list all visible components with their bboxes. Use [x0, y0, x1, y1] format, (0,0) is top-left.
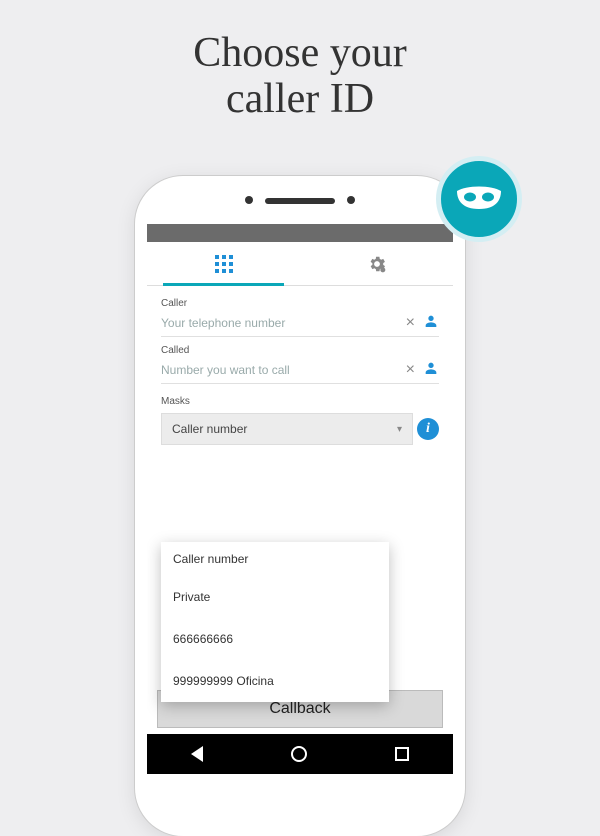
caller-input[interactable] — [161, 316, 398, 330]
masks-info-icon[interactable]: i — [417, 418, 439, 440]
form-area: Caller × Called × Masks Caller number — [147, 286, 453, 445]
status-bar — [147, 224, 453, 242]
phone-sensor-dot — [245, 196, 253, 204]
hero-title: Choose your caller ID — [0, 0, 600, 122]
chevron-down-icon: ▾ — [397, 424, 402, 435]
masks-select-value: Caller number — [172, 422, 247, 436]
masks-select-row: Caller number ▾ i — [161, 413, 439, 445]
masks-label: Masks — [161, 396, 439, 407]
nav-recent-button[interactable] — [395, 747, 409, 761]
tab-bar — [147, 242, 453, 286]
mask-option[interactable]: 666666666 — [161, 618, 389, 660]
hero-title-line-1: Choose your — [0, 30, 600, 76]
masks-select[interactable]: Caller number ▾ — [161, 413, 413, 445]
masks-dropdown: Caller number Private 666666666 99999999… — [161, 542, 389, 702]
callback-button-label: Callback — [269, 700, 330, 718]
mask-option[interactable]: Private — [161, 576, 389, 618]
mask-option[interactable]: 999999999 Oficina — [161, 660, 389, 702]
clear-caller-icon[interactable]: × — [406, 314, 415, 332]
gear-icon — [367, 254, 387, 274]
hero-title-line-2: caller ID — [0, 76, 600, 122]
back-icon — [191, 746, 203, 762]
caller-contact-icon[interactable] — [423, 313, 439, 332]
tab-settings[interactable] — [300, 242, 453, 285]
called-input-row: × — [161, 358, 439, 384]
called-contact-icon[interactable] — [423, 360, 439, 379]
mask-badge-icon — [436, 156, 522, 242]
phone-frame: Caller × Called × Masks Caller number — [135, 176, 465, 836]
screen: Caller × Called × Masks Caller number — [147, 224, 453, 774]
called-label: Called — [161, 345, 439, 356]
phone-sensor-dot — [347, 196, 355, 204]
tab-dialer[interactable] — [147, 242, 300, 285]
called-input[interactable] — [161, 363, 398, 377]
android-nav-bar — [147, 734, 453, 774]
nav-back-button[interactable] — [191, 746, 203, 762]
nav-home-button[interactable] — [291, 746, 307, 762]
caller-input-row: × — [161, 311, 439, 337]
caller-label: Caller — [161, 298, 439, 309]
mask-option[interactable]: Caller number — [161, 542, 389, 576]
clear-called-icon[interactable]: × — [406, 361, 415, 379]
home-icon — [291, 746, 307, 762]
dialer-grid-icon — [215, 255, 233, 273]
recent-icon — [395, 747, 409, 761]
